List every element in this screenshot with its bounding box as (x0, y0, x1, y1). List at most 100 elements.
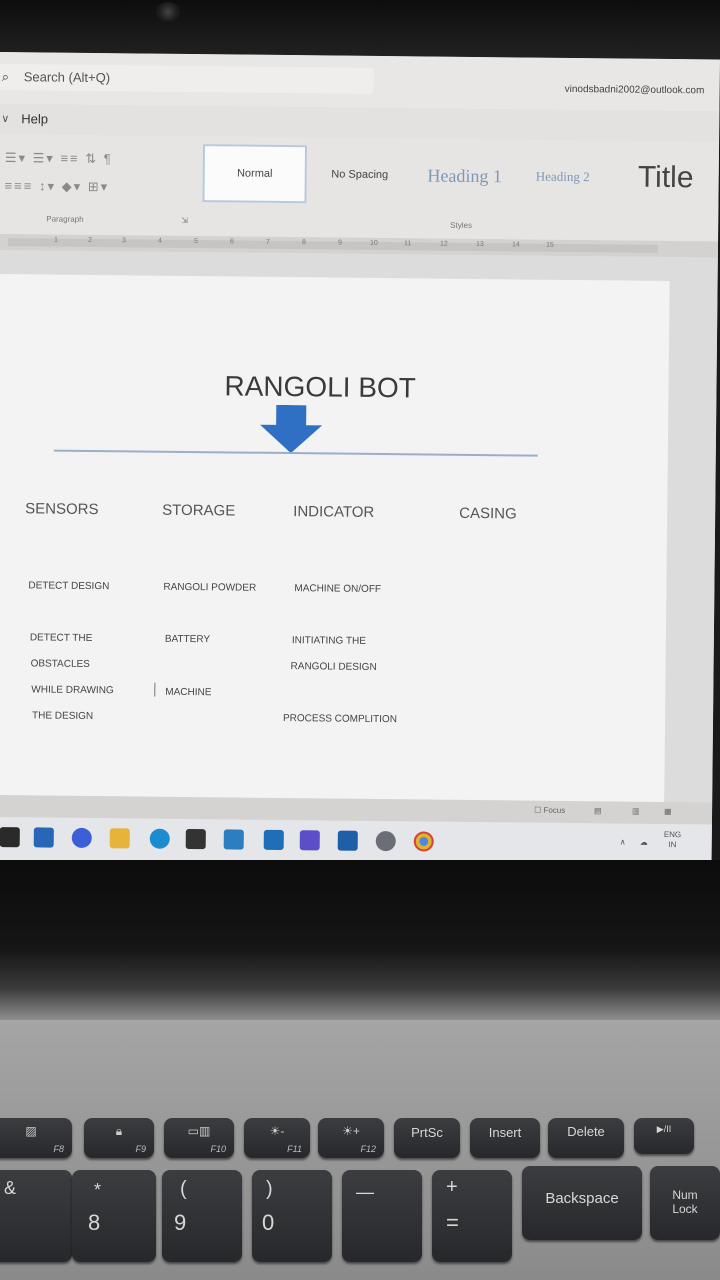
key-0-shift: ) (266, 1178, 273, 1200)
word-icon[interactable] (337, 830, 358, 851)
cloud-icon[interactable]: ☁ (640, 838, 648, 848)
style-no-spacing[interactable]: No Spacing (314, 145, 405, 204)
align-icon[interactable]: ≡≡≡ (5, 178, 34, 193)
sensors-item: THE DESIGN (31, 710, 94, 723)
key-f12-label: F12 (360, 1144, 376, 1154)
language-code: ENG (663, 829, 682, 840)
region-code: IN (668, 840, 677, 850)
storage-item: MACHINE (165, 686, 212, 699)
pilcrow-icon[interactable]: ¶ (104, 151, 113, 166)
key-8-shift: * (94, 1180, 102, 1200)
style-heading-1[interactable]: Heading 1 (412, 146, 517, 205)
focus-label: Focus (543, 805, 566, 815)
key-0[interactable]: ) 0 (252, 1170, 332, 1262)
ruler-tick: 14 (511, 241, 520, 249)
paragraph-tools: ☰▾ ☰▾ ≡≡ ⇅ ¶ ≡≡≡ ↕▾ ◆▾ ⊞▾ (4, 144, 195, 202)
tray-chevron-icon[interactable]: ∧ (620, 838, 626, 848)
laptop-screen: ⌕ Search (Alt+Q) vinodsbadni2002@outlook… (0, 52, 720, 868)
chevron-down-icon[interactable]: ∨ (1, 112, 9, 125)
storage-item: RANGOLI POWDER (163, 581, 257, 594)
key-equals-label: = (446, 1210, 459, 1235)
indicator-item: PROCESS COMPLITION (282, 713, 397, 726)
file-explorer-icon[interactable] (109, 828, 130, 849)
numbering-icon[interactable]: ☰▾ (33, 150, 55, 165)
document-page[interactable]: RANGOLI BOT SENSORS STORAGE INDICATOR CA… (0, 273, 670, 811)
key-equals[interactable]: + = (432, 1170, 512, 1262)
search-icon: ⌕ (1, 69, 10, 85)
language-indicator[interactable]: ENG IN (663, 829, 682, 850)
style-heading-2[interactable]: Heading 2 (522, 147, 603, 206)
down-arrow-shape (260, 404, 323, 454)
line-spacing-icon[interactable]: ↕▾ (39, 178, 56, 193)
ruler-tick: 11 (403, 240, 412, 248)
bullets-icon[interactable]: ☰▾ (5, 150, 27, 165)
ruler-tick: 13 (475, 240, 484, 249)
start-menu-icon[interactable] (0, 827, 20, 848)
styles-group-label: Styles (450, 220, 473, 230)
search-placeholder: Search (Alt+Q) (23, 69, 111, 86)
key-f11-label: F11 (287, 1144, 302, 1154)
num-lock-line-2: Lock (672, 1202, 698, 1216)
key-insert[interactable]: Insert (470, 1118, 540, 1158)
key-f10[interactable]: ▭▥ F10 (164, 1118, 234, 1158)
app-icon[interactable] (223, 829, 244, 850)
account-email[interactable]: vinodsbadni2002@outlook.com (565, 84, 705, 96)
indent-icon[interactable]: ≡≡ (60, 151, 79, 166)
airplane-mode-icon: ▨ (25, 1124, 37, 1138)
key-f8[interactable]: ▨ F8 (0, 1118, 72, 1158)
focus-mode-button[interactable]: ☐ Focus (534, 806, 565, 815)
dialog-launcher-icon[interactable]: ⇲ (181, 216, 188, 225)
key-7[interactable]: & (0, 1170, 72, 1262)
style-heading-1-label: Heading 1 (427, 164, 503, 186)
laptop-top-bezel (0, 0, 720, 60)
style-normal[interactable]: Normal (202, 144, 308, 204)
ruler-tick: 8 (301, 239, 306, 247)
key-8-label: 8 (88, 1210, 101, 1235)
menu-help[interactable]: Help (21, 111, 48, 126)
chrome-icon[interactable] (413, 831, 434, 852)
key-prtsc[interactable]: PrtSc (394, 1118, 460, 1158)
key-num-lock[interactable]: Num Lock (650, 1166, 720, 1240)
read-mode-icon[interactable]: ▤ (594, 806, 602, 815)
shading-icon[interactable]: ◆▾ (62, 179, 83, 194)
sensors-item: WHILE DRAWING (31, 684, 114, 697)
key-play-pause[interactable]: ▶/II (634, 1118, 694, 1154)
key-9-label: 9 (174, 1210, 187, 1235)
ruler-tick: 7 (265, 238, 270, 246)
key-f9[interactable]: 🔒︎ F9 (84, 1118, 154, 1158)
key-backspace[interactable]: Backspace (522, 1166, 642, 1240)
task-view-icon[interactable] (33, 827, 54, 848)
ruler-tick: 6 (229, 238, 234, 246)
key-f12[interactable]: ☀+ F12 (318, 1118, 384, 1158)
style-title[interactable]: Title (620, 149, 711, 208)
num-lock-line-1: Num (672, 1188, 698, 1202)
ruler-tick: 5 (193, 238, 198, 246)
key-0-label: 0 (262, 1210, 275, 1235)
ruler-tick: 1 (53, 236, 58, 244)
key-8[interactable]: * 8 (72, 1170, 156, 1262)
ruler-tick: 9 (337, 239, 342, 247)
indicator-item: RANGOLI DESIGN (290, 661, 377, 673)
key-f10-label: F10 (210, 1144, 226, 1154)
indicator-item: MACHINE ON/OFF (294, 583, 382, 596)
borders-icon[interactable]: ⊞▾ (88, 179, 110, 194)
column-heading-casing: CASING (459, 504, 517, 523)
print-layout-icon[interactable]: ▥ (632, 807, 640, 816)
display-switch-icon: ▭▥ (187, 1124, 211, 1138)
app-icon[interactable] (263, 829, 284, 851)
settings-gear-icon[interactable] (375, 830, 396, 852)
key-9[interactable]: ( 9 (162, 1170, 242, 1262)
ruler-tick: 3 (121, 237, 126, 245)
teams-icon[interactable] (299, 830, 320, 851)
key-minus[interactable]: — (342, 1170, 422, 1262)
ruler-tick: 2 (87, 236, 92, 244)
key-f11[interactable]: ☀- F11 (244, 1118, 310, 1158)
edge-browser-icon[interactable] (149, 828, 170, 849)
search-box[interactable]: ⌕ Search (Alt+Q) (0, 63, 374, 94)
key-delete[interactable]: Delete (548, 1118, 624, 1158)
web-layout-icon[interactable]: ▦ (664, 807, 672, 816)
store-icon[interactable] (185, 828, 206, 850)
storage-item: BATTERY (164, 633, 211, 646)
chat-icon[interactable] (71, 827, 92, 849)
sort-icon[interactable]: ⇅ (85, 151, 98, 166)
